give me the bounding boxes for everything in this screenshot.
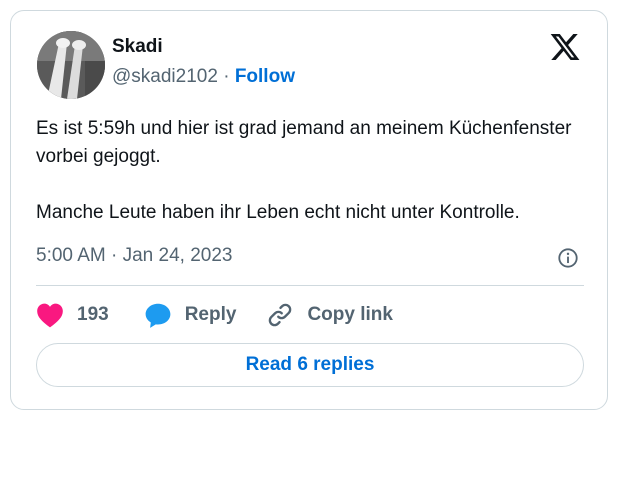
divider: [36, 285, 584, 286]
author-name[interactable]: Skadi: [112, 36, 163, 58]
tweet-text: Es ist 5:59h und hier ist grad jemand an…: [36, 115, 596, 227]
link-icon: [269, 303, 292, 327]
author-handle[interactable]: @skadi2102: [112, 66, 218, 87]
heart-icon: [37, 303, 63, 328]
x-logo-icon[interactable]: [549, 31, 581, 63]
tweet-card: Skadi @skadi2102 · Follow Es ist 5:59h u…: [10, 10, 608, 410]
tweet-timestamp[interactable]: 5:00 AM · Jan 24, 2023: [36, 245, 232, 267]
handle-separator: ·: [223, 66, 230, 87]
like-button[interactable]: 193: [36, 302, 109, 328]
like-count: 193: [77, 304, 109, 325]
avatar-photo: [37, 31, 105, 99]
avatar[interactable]: [37, 31, 105, 99]
reply-button[interactable]: Reply: [144, 302, 237, 329]
action-bar: 193 Reply Copy link: [36, 299, 393, 331]
follow-link[interactable]: Follow: [235, 66, 295, 87]
reply-label: Reply: [184, 304, 237, 325]
author-handle-row: @skadi2102 · Follow: [112, 66, 295, 88]
tweet-paragraph: Es ist 5:59h und hier ist grad jemand an…: [36, 118, 572, 167]
speech-bubble-icon: [145, 303, 171, 328]
copy-link-button[interactable]: Copy link: [266, 301, 393, 329]
read-replies-button[interactable]: Read 6 replies: [36, 343, 584, 387]
info-icon[interactable]: [557, 247, 579, 269]
tweet-paragraph: Manche Leute haben ihr Leben echt nicht …: [36, 202, 520, 223]
copy-link-label: Copy link: [307, 304, 393, 325]
